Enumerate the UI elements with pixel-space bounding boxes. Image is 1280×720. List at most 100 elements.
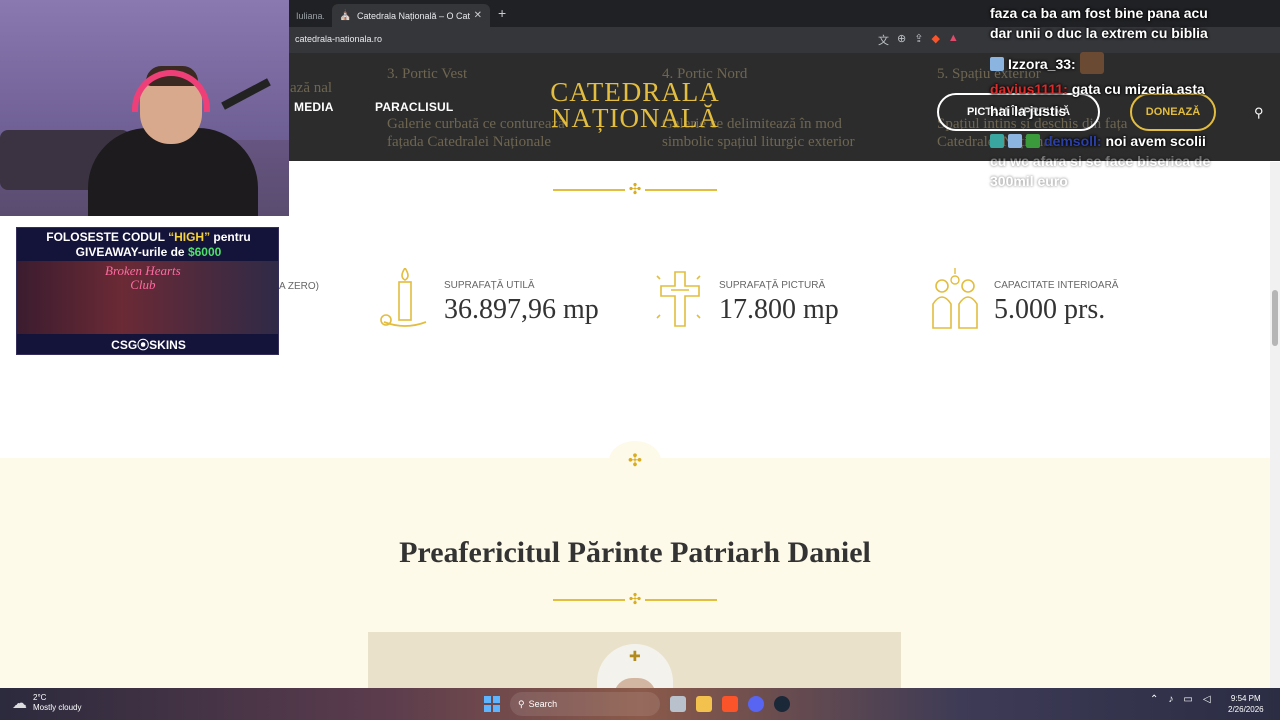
brave-browser-icon[interactable] bbox=[722, 696, 738, 712]
chevron-up-icon[interactable]: ⌃ bbox=[1150, 694, 1158, 705]
chat-badge-icon bbox=[990, 57, 1004, 71]
search-label: Search bbox=[528, 699, 558, 709]
taskbar-clock[interactable]: 9:54 PM 2/26/2026 bbox=[1228, 693, 1264, 715]
stat-label-partial: A ZERO) bbox=[279, 281, 320, 292]
url-field[interactable]: catedrala-nationala.ro bbox=[295, 34, 382, 44]
sponsor-line-1: FOLOSESTE CODUL “HIGH” pentru bbox=[17, 230, 278, 244]
logo-line-1: CATEDRALA bbox=[550, 77, 720, 107]
sponsor-art-text: Broken Hearts Club bbox=[105, 263, 181, 292]
ornament-divider-section: ✣ bbox=[553, 591, 717, 608]
clock-time: 9:54 PM bbox=[1230, 694, 1261, 703]
chat-text: faza ca ba am fost bine pana acu bbox=[990, 5, 1208, 21]
discord-icon[interactable] bbox=[748, 696, 764, 712]
divider-line bbox=[645, 599, 717, 601]
sponsor-amount: $6000 bbox=[187, 245, 222, 259]
stat-value: 5.000 prs. bbox=[994, 294, 1106, 325]
stat-label: SUPRAFAȚĂ PICTURĂ bbox=[719, 280, 826, 291]
file-explorer-icon[interactable] bbox=[696, 696, 712, 712]
windows-taskbar: ☁ 2°C Mostly cloudy ⚲ Search ⌃ ♪ ▭ ◁ 9:54… bbox=[0, 688, 1280, 720]
sponsor-text: GIVEAWAY-urile de bbox=[75, 245, 188, 259]
chat-message: faza ca ba am fost bine pana acu bbox=[990, 4, 1208, 23]
search-icon: ⚲ bbox=[518, 698, 525, 709]
brave-rewards-icon[interactable]: ▲ bbox=[948, 32, 959, 48]
system-tray: ⌃ ♪ ▭ ◁ bbox=[1150, 694, 1211, 705]
search-icon[interactable]: ⚲ bbox=[1254, 105, 1264, 121]
chat-text: dar unii o duc la extrem cu biblia bbox=[990, 25, 1208, 41]
ornament-cross-icon: ✣ bbox=[628, 591, 642, 608]
patriarch-photo: ✚ bbox=[368, 632, 901, 688]
chat-username: demsoll: bbox=[1044, 133, 1102, 149]
chat-text: gata cu mizeria asta bbox=[1071, 81, 1205, 97]
taskbar-apps: ⚲ Search bbox=[484, 692, 790, 716]
section-heading: Preafericitul Părinte Patriarh Daniel bbox=[399, 536, 871, 569]
candle-icon bbox=[380, 268, 427, 327]
chat-username: Izzora_33: bbox=[1008, 56, 1076, 72]
new-tab-button[interactable]: + bbox=[498, 5, 506, 21]
clock-date: 2/26/2026 bbox=[1228, 705, 1264, 714]
close-tab-icon[interactable]: ✕ bbox=[474, 10, 482, 21]
task-view-icon[interactable] bbox=[670, 696, 686, 712]
chat-badge-icon bbox=[1026, 134, 1040, 148]
translate-icon[interactable]: 文 bbox=[878, 32, 889, 48]
sponsor-banner: FOLOSESTE CODUL “HIGH” pentru GIVEAWAY-u… bbox=[16, 227, 279, 355]
tab-active[interactable]: ⛪ Catedrala Națională – O Catedrală ✕ bbox=[332, 4, 490, 27]
weather-widget[interactable]: ☁ 2°C Mostly cloudy bbox=[12, 693, 81, 713]
stat-value: 17.800 mp bbox=[719, 294, 839, 325]
cloud-icon: ☁ bbox=[12, 695, 27, 712]
sponsor-code: “HIGH” bbox=[168, 230, 211, 244]
chat-message: demsoll: noi avem scolii bbox=[990, 132, 1206, 151]
steam-icon[interactable] bbox=[774, 696, 790, 712]
people-icon bbox=[932, 268, 978, 329]
chat-message: hai la justis bbox=[990, 102, 1066, 121]
divider-line bbox=[645, 189, 717, 191]
ornament-cross-icon: ✣ bbox=[627, 451, 643, 470]
divider-line bbox=[553, 189, 625, 191]
chat-message: cu wc afara si se face biserica de bbox=[990, 152, 1210, 171]
chat-text: hai la justis bbox=[990, 103, 1067, 119]
streamer-webcam bbox=[0, 0, 289, 216]
site-favicon-icon: ⛪ bbox=[339, 10, 352, 21]
tab-title: Catedrala Națională – O Catedrală bbox=[357, 10, 470, 21]
ornament-cross-icon: ✣ bbox=[628, 181, 642, 198]
brave-shields-icon[interactable]: ◆ bbox=[931, 32, 939, 48]
chat-message: 300mil euro bbox=[990, 172, 1068, 191]
taskbar-search[interactable]: ⚲ Search bbox=[510, 692, 660, 716]
mitre-cross-icon: ✚ bbox=[629, 648, 641, 664]
page-scrollbar[interactable] bbox=[1270, 162, 1280, 688]
sponsor-line-2: GIVEAWAY-urile de $6000 bbox=[17, 245, 278, 259]
sponsor-text: pentru bbox=[210, 230, 251, 244]
nav-media[interactable]: MEDIA bbox=[294, 100, 334, 114]
address-bar-icons: 文 ⊕ ⇪ ◆ ▲ bbox=[878, 32, 959, 48]
chat-emote-icon bbox=[1079, 52, 1104, 74]
chat-badge-icon bbox=[990, 134, 1004, 148]
share-icon[interactable]: ⇪ bbox=[914, 32, 923, 48]
nav-paraclisul[interactable]: PARACLISUL bbox=[375, 100, 453, 114]
header-bg-left-text: ază nal bbox=[290, 80, 333, 96]
tab-previous[interactable]: Iuliana.d bbox=[288, 4, 332, 27]
chat-username: davius1111: bbox=[990, 81, 1068, 97]
weather-text: 2°C Mostly cloudy bbox=[33, 693, 81, 713]
chat-message: davius1111: gata cu mizeria asta bbox=[990, 80, 1205, 99]
site-logo[interactable]: CATEDRALA NAȚIONALĂ bbox=[535, 77, 735, 132]
zoom-icon[interactable]: ⊕ bbox=[897, 32, 906, 48]
chat-text: noi avem scolii bbox=[1105, 133, 1206, 149]
stat-label: CAPACITATE INTERIOARĂ bbox=[994, 280, 1119, 291]
chat-text: 300mil euro bbox=[990, 173, 1068, 189]
speaker-icon[interactable]: ♪ bbox=[1168, 694, 1173, 705]
chat-text: cu wc afara si se face biserica de bbox=[990, 153, 1211, 169]
chat-badge-icon bbox=[1008, 134, 1022, 148]
scrollbar-thumb[interactable] bbox=[1272, 290, 1278, 346]
network-icon[interactable]: ▭ bbox=[1183, 694, 1192, 705]
windows-start-icon[interactable] bbox=[484, 696, 500, 712]
cross-icon bbox=[656, 271, 701, 327]
divider-line bbox=[553, 599, 625, 601]
weather-temp: 2°C bbox=[33, 693, 47, 702]
sponsor-brand-logo: CSG⦿SKINS bbox=[111, 338, 186, 352]
weather-desc: Mostly cloudy bbox=[33, 703, 82, 712]
chat-message: Izzora_33: bbox=[990, 52, 1104, 74]
chat-message: dar unii o duc la extrem cu biblia bbox=[990, 24, 1208, 43]
stat-value: 36.897,96 mp bbox=[444, 294, 599, 325]
volume-icon[interactable]: ◁ bbox=[1203, 694, 1211, 705]
sponsor-text: FOLOSESTE CODUL bbox=[46, 230, 169, 244]
ornament-divider-top: ✣ bbox=[553, 181, 717, 198]
